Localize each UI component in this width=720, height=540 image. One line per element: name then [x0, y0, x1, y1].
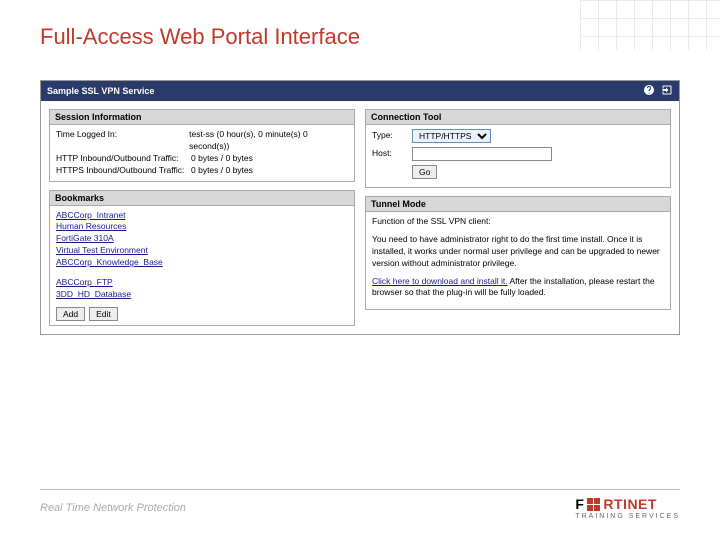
connection-tool-header: Connection Tool	[366, 110, 670, 125]
bookmarks-header: Bookmarks	[50, 191, 354, 206]
session-row: Time Logged In: test-ss (0 hour(s), 0 mi…	[56, 129, 348, 153]
logo-text-1: F	[575, 496, 584, 512]
bookmark-link[interactable]: ABCCorp_Intranet	[56, 210, 348, 222]
footer-tagline: Real Time Network Protection	[40, 502, 186, 514]
bookmark-web-list: ABCCorp_Intranet Human Resources FortiGa…	[56, 210, 348, 269]
fortinet-logo: F RTINET TRAINING SERVICES	[575, 496, 680, 520]
edit-bookmark-button[interactable]: Edit	[89, 307, 118, 321]
host-label: Host:	[372, 148, 412, 160]
session-label: HTTP Inbound/Outbound Traffic:	[56, 153, 191, 165]
bookmark-link[interactable]: 3DD_HD_Database	[56, 289, 348, 301]
bookmark-link[interactable]: ABCCorp_FTP	[56, 277, 348, 289]
portal-service-name: Sample SSL VPN Service	[47, 86, 154, 96]
vpn-portal-window: Sample SSL VPN Service Session Informati…	[40, 80, 680, 335]
tunnel-download-link[interactable]: Click here to download and install it.	[372, 276, 508, 286]
bookmark-link[interactable]: ABCCorp_Knowledge_Base	[56, 257, 348, 269]
connection-type-select[interactable]: HTTP/HTTPS	[412, 129, 491, 143]
slide-footer: Real Time Network Protection F RTINET TR…	[40, 489, 680, 520]
bookmarks-panel: Bookmarks ABCCorp_Intranet Human Resourc…	[49, 190, 355, 326]
session-info-header: Session Information	[50, 110, 354, 125]
tunnel-install-line: Click here to download and install it. A…	[372, 276, 664, 300]
connection-tool-panel: Connection Tool Type: HTTP/HTTPS Host:	[365, 109, 671, 188]
logo-subtext: TRAINING SERVICES	[575, 513, 680, 520]
session-label: HTTPS Inbound/Outbound Traffic:	[56, 165, 191, 177]
help-icon[interactable]	[643, 84, 655, 98]
bookmark-other-list: ABCCorp_FTP 3DD_HD_Database	[56, 277, 348, 301]
portal-title-bar: Sample SSL VPN Service	[41, 81, 679, 101]
type-label: Type:	[372, 130, 412, 142]
host-input[interactable]	[412, 147, 552, 161]
logo-text-2: RTINET	[603, 496, 657, 512]
add-bookmark-button[interactable]: Add	[56, 307, 85, 321]
go-button[interactable]: Go	[412, 165, 437, 179]
logout-icon[interactable]	[661, 84, 673, 98]
session-label: Time Logged In:	[56, 129, 189, 153]
tunnel-description: You need to have administrator right to …	[372, 234, 664, 270]
session-info-panel: Session Information Time Logged In: test…	[49, 109, 355, 182]
decorative-grid	[580, 0, 720, 50]
bookmark-link[interactable]: FortiGate 310A	[56, 233, 348, 245]
tunnel-mode-panel: Tunnel Mode Function of the SSL VPN clie…	[365, 196, 671, 310]
session-value: 0 bytes / 0 bytes	[191, 165, 253, 177]
bookmark-link[interactable]: Virtual Test Environment	[56, 245, 348, 257]
session-row: HTTP Inbound/Outbound Traffic: 0 bytes /…	[56, 153, 348, 165]
session-value: test-ss (0 hour(s), 0 minute(s) 0 second…	[189, 129, 348, 153]
tunnel-intro: Function of the SSL VPN client:	[372, 216, 664, 228]
tunnel-mode-header: Tunnel Mode	[366, 197, 670, 212]
session-row: HTTPS Inbound/Outbound Traffic: 0 bytes …	[56, 165, 348, 177]
bookmark-link[interactable]: Human Resources	[56, 221, 348, 233]
session-value: 0 bytes / 0 bytes	[191, 153, 253, 165]
logo-mark-icon	[587, 498, 600, 511]
